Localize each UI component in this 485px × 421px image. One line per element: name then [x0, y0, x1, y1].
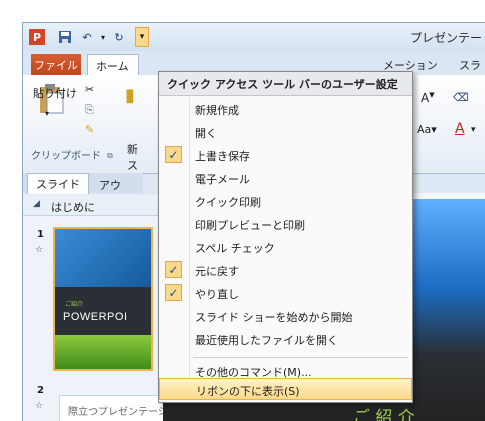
- new-slide-label[interactable]: 新: [127, 141, 138, 157]
- thumbnail-graphic: [55, 229, 151, 287]
- menu-item[interactable]: 印刷プレビューと印刷: [159, 213, 412, 235]
- menu-item-label: 元に戻す: [195, 265, 239, 278]
- thumbnail-title: POWERPOI: [63, 311, 128, 323]
- shrink-font-icon[interactable]: A▼: [421, 91, 435, 105]
- menu-item[interactable]: ✓ やり直し: [159, 282, 412, 304]
- slide-thumbnail-1[interactable]: ご紹介 POWERPOI: [53, 227, 153, 371]
- menu-item[interactable]: スペル チェック: [159, 236, 412, 258]
- transition-star-icon: ☆: [35, 245, 44, 255]
- menu-item-label: 最近使用したファイルを開く: [195, 334, 338, 347]
- menu-item[interactable]: 電子メール: [159, 167, 412, 189]
- redo-icon[interactable]: ↻: [111, 29, 127, 45]
- slide-number: 1: [37, 229, 44, 240]
- customize-qat-button[interactable]: ▾: [135, 27, 149, 47]
- menu-item[interactable]: 新規作成: [159, 98, 412, 120]
- menu-item[interactable]: クイック印刷: [159, 190, 412, 212]
- tab-outline[interactable]: アウ: [99, 177, 121, 193]
- paste-button-label[interactable]: 貼り付け: [33, 85, 77, 101]
- menu-item[interactable]: 最近使用したファイルを開く: [159, 328, 412, 350]
- clipboard-launcher-icon[interactable]: ⧉: [107, 151, 113, 161]
- undo-dropdown-icon[interactable]: ▾: [95, 29, 111, 45]
- window-title: プレゼンテー: [409, 31, 482, 45]
- change-case-icon[interactable]: Aa▾: [417, 123, 437, 136]
- checkmark-icon: ✓: [165, 146, 182, 163]
- menu-item-label: 新規作成: [195, 104, 239, 117]
- panel-tab-bar: スライド アウ: [23, 173, 143, 194]
- thumbnail-subtitle: ご紹介: [65, 301, 84, 308]
- menu-item[interactable]: ✓ 上書き保存: [159, 144, 412, 166]
- menu-item[interactable]: スライド ショーを始めから開始: [159, 305, 412, 327]
- section-label: はじめに: [51, 201, 95, 214]
- title-bar: P ↶ ▾ ↻ ▾ プレゼンテー: [23, 23, 485, 51]
- undo-icon[interactable]: ↶: [79, 29, 95, 45]
- tab-file[interactable]: ファイル: [31, 54, 81, 75]
- copy-icon[interactable]: ⎘: [85, 103, 94, 117]
- tab-home-label: ホーム: [96, 60, 129, 73]
- slide-thumbnail-2[interactable]: 際立つプレゼンテーションは: [59, 395, 198, 421]
- slide-number: 2: [37, 385, 44, 396]
- collapse-triangle-icon[interactable]: ◢: [33, 199, 40, 209]
- qat-customize-menu: クイック アクセス ツール バーのユーザー設定 新規作成開く ✓ 上書き保存電子メー…: [158, 71, 413, 403]
- menu-item-label: 印刷プレビューと印刷: [195, 219, 305, 232]
- clear-format-icon[interactable]: ⌫: [453, 91, 469, 104]
- font-color-icon[interactable]: A: [455, 121, 465, 137]
- new-slide-icon[interactable]: ▮: [125, 85, 135, 106]
- tab-home[interactable]: ホーム: [87, 54, 139, 76]
- menu-item-label: スライド ショーを始めから開始: [195, 311, 353, 324]
- menu-header: クイック アクセス ツール バーのユーザー設定: [159, 72, 412, 96]
- menu-item-label: 電子メール: [195, 173, 250, 186]
- menu-item-label: やり直し: [195, 288, 239, 301]
- checkmark-icon: ✓: [165, 284, 182, 301]
- paste-dropdown-icon[interactable]: ▾: [45, 109, 49, 118]
- clipboard-group-label: クリップボード: [31, 151, 101, 162]
- menu-item-label: クイック印刷: [195, 196, 261, 209]
- menu-item-label: 開く: [195, 127, 217, 140]
- app-window: P ↶ ▾ ↻ ▾ プレゼンテー ファイル ホーム メーション スライ ✂ ⎘ …: [22, 22, 485, 421]
- cut-icon[interactable]: ✂: [85, 83, 94, 96]
- menu-item-label: スペル チェック: [195, 242, 275, 255]
- format-painter-icon[interactable]: ✎: [85, 123, 94, 136]
- powerpoint-logo-icon[interactable]: P: [29, 29, 45, 45]
- menu-item-label: リボンの下に表示(S): [196, 385, 300, 398]
- section-header[interactable]: ◢ はじめに: [23, 195, 163, 216]
- transition-star-icon: ☆: [35, 401, 44, 411]
- slide-label-partial: ス: [127, 159, 138, 172]
- checkmark-icon: ✓: [165, 261, 182, 278]
- show-below-ribbon-item[interactable]: リボンの下に表示(S): [159, 378, 412, 400]
- menu-item[interactable]: ✓ 元に戻す: [159, 259, 412, 281]
- thumbnail-grass-image: [55, 335, 151, 369]
- menu-separator: [193, 357, 408, 358]
- slide-title-text[interactable]: ご 紹 介: [353, 403, 415, 421]
- menu-item[interactable]: 開く: [159, 121, 412, 143]
- font-color-dropdown-icon[interactable]: ▾: [471, 125, 476, 135]
- save-icon[interactable]: [57, 29, 73, 45]
- menu-item-label: 上書き保存: [195, 150, 250, 163]
- tab-slides[interactable]: スライド: [27, 173, 89, 194]
